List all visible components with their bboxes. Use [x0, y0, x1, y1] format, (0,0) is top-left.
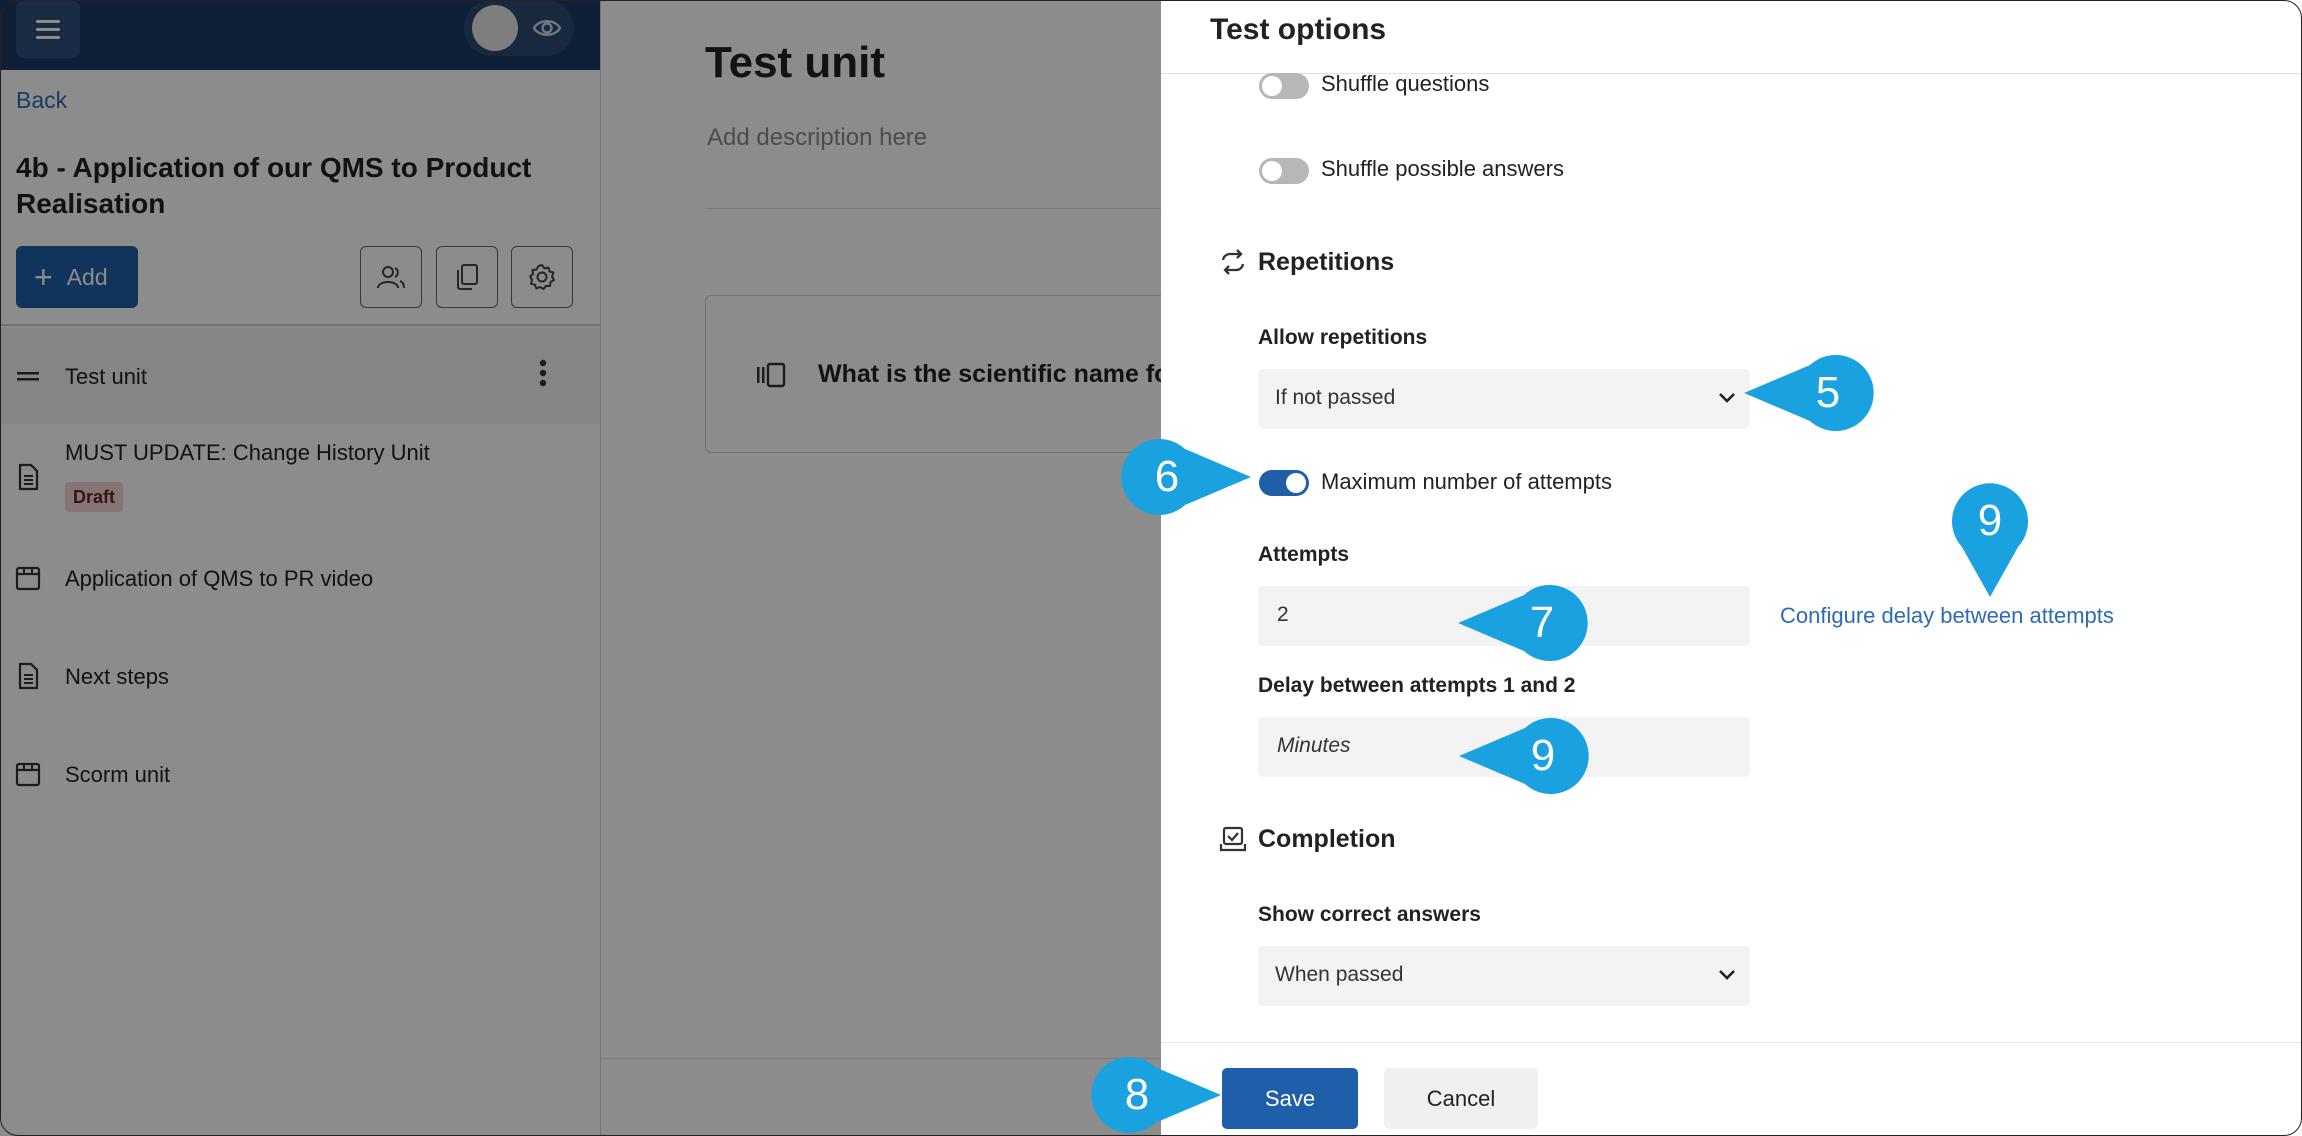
drawer-title: Test options [1210, 13, 1387, 46]
show-answers-label: Show correct answers [1258, 903, 1481, 926]
completion-icon [1219, 826, 1247, 852]
attempts-value: 2 [1277, 603, 1289, 626]
attempts-label: Attempts [1258, 543, 1350, 566]
chevron-down-icon [1719, 970, 1735, 980]
shuffle-answers-label: Shuffle possible answers [1321, 156, 1564, 181]
modal-backdrop[interactable] [0, 0, 1161, 1136]
show-answers-select[interactable]: When passed [1258, 946, 1750, 1006]
configure-delay-link[interactable]: Configure delay between attempts [1780, 603, 2114, 629]
max-attempts-toggle[interactable] [1259, 470, 1309, 496]
allow-repetitions-value: If not passed [1275, 386, 1396, 409]
callout-9-link: 9 [1950, 481, 2030, 599]
completion-heading: Completion [1258, 825, 1396, 853]
chevron-down-icon [1719, 393, 1735, 403]
allow-repetitions-label: Allow repetitions [1258, 326, 1428, 349]
callout-5: 5 [1742, 353, 1874, 433]
callout-6: 6 [1121, 437, 1253, 517]
shuffle-questions-label: Shuffle questions [1321, 71, 1490, 96]
shuffle-questions-toggle[interactable] [1259, 73, 1309, 99]
allow-repetitions-select[interactable]: If not passed [1258, 369, 1750, 429]
callout-8: 8 [1091, 1055, 1223, 1135]
show-answers-value: When passed [1275, 963, 1404, 986]
delay-label: Delay between attempts 1 and 2 [1258, 674, 1576, 697]
callout-9-delay: 9 [1457, 716, 1589, 796]
test-options-drawer: Test options Shuffle questions Shuffle p… [1161, 0, 2302, 1136]
callout-7: 7 [1456, 583, 1588, 663]
shuffle-answers-toggle[interactable] [1259, 158, 1309, 184]
max-attempts-label: Maximum number of attempts [1321, 469, 1612, 494]
repetitions-heading: Repetitions [1258, 248, 1395, 276]
footer-divider [1161, 1042, 2302, 1043]
repeat-icon [1221, 249, 1245, 275]
cancel-button[interactable]: Cancel [1384, 1068, 1538, 1129]
delay-placeholder: Minutes [1277, 734, 1351, 757]
save-button[interactable]: Save [1222, 1068, 1358, 1129]
